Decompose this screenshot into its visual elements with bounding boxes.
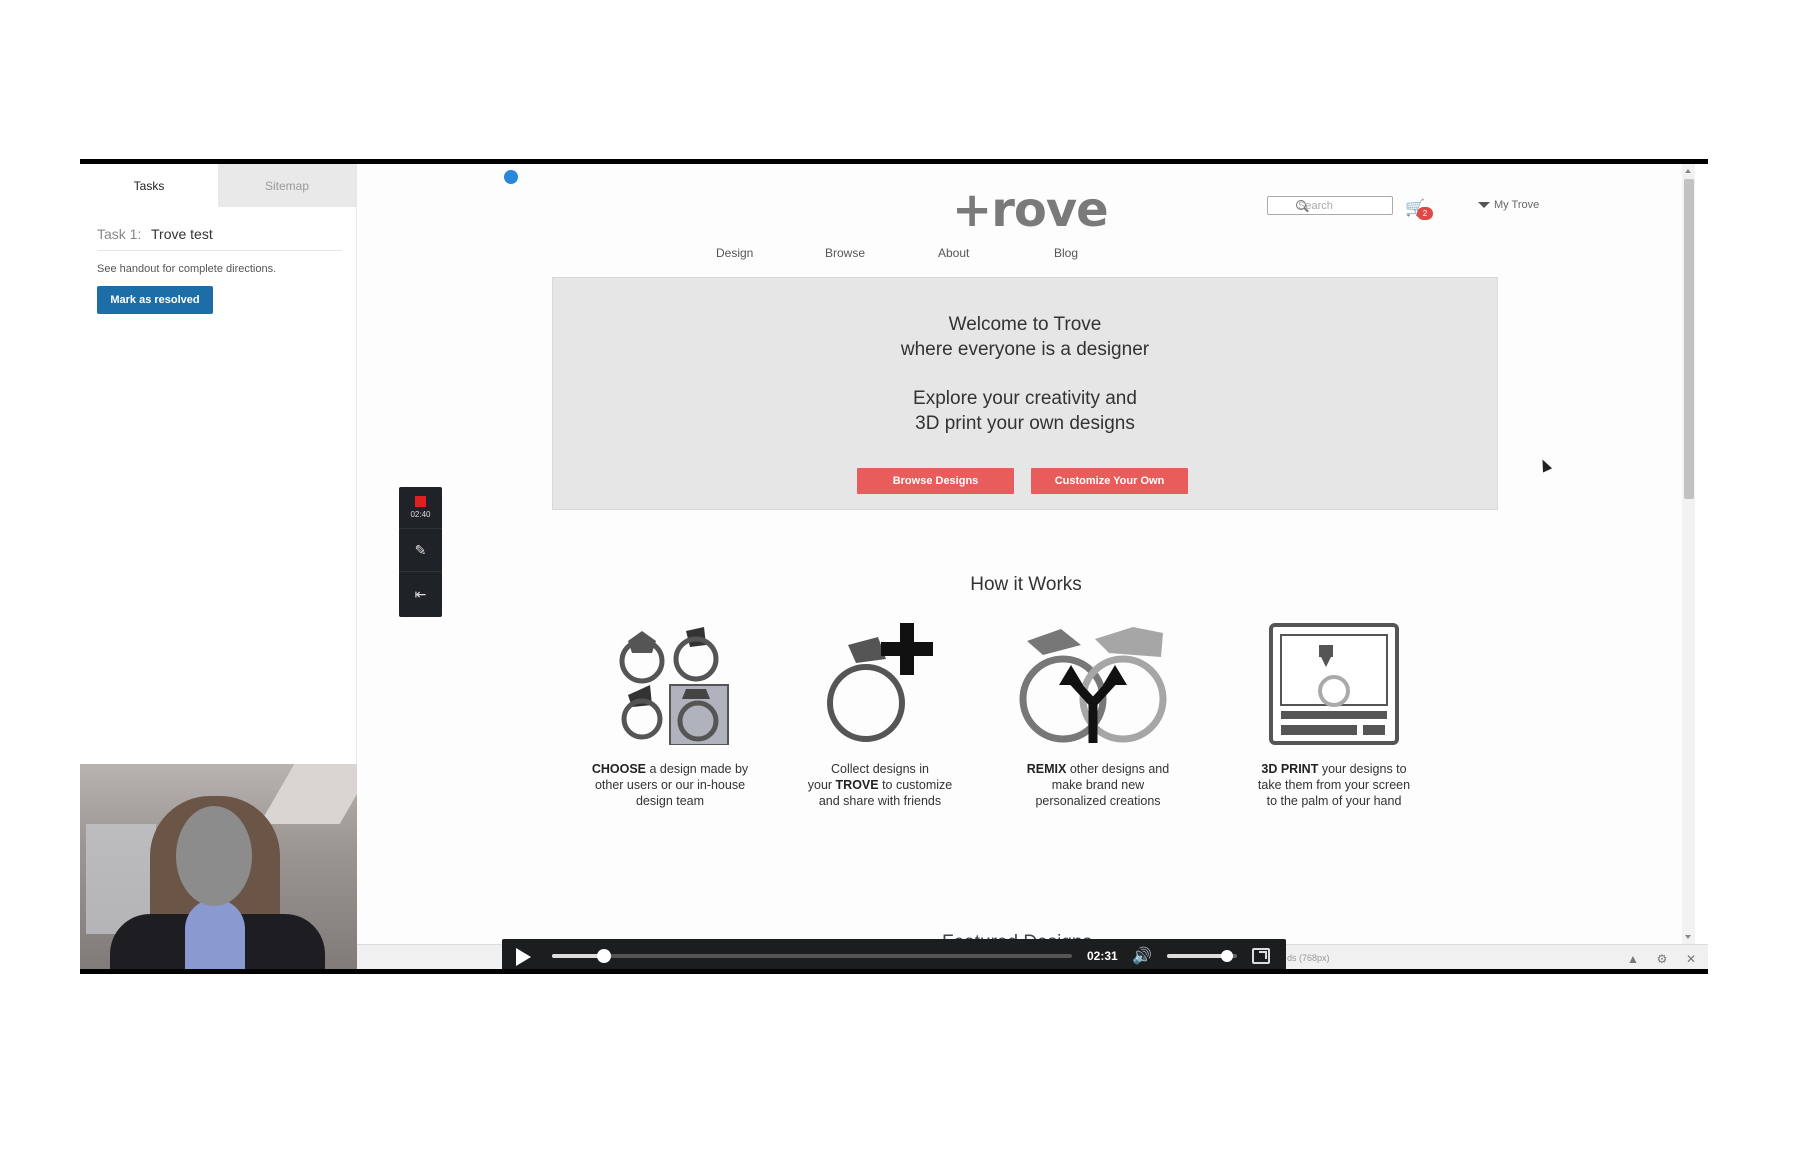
chevron-down-icon: [1478, 202, 1490, 208]
step-3d-print-bold: 3D PRINT: [1261, 762, 1319, 776]
webcam-feed: [80, 764, 357, 969]
step-3d-print-text-2: take them from your screen: [1257, 778, 1411, 792]
task-hint: See handout for complete directions.: [97, 263, 277, 275]
step-3d-print-text-3: to the palm of your hand: [1266, 794, 1402, 808]
volume-slider[interactable]: [1167, 950, 1237, 962]
nav-blog[interactable]: Blog: [1054, 246, 1078, 260]
stop-recording-button[interactable]: 02:40: [399, 487, 442, 529]
fullscreen-icon[interactable]: [1252, 948, 1270, 964]
step-trove-text-1: Collect designs in: [831, 762, 929, 776]
task-panel: Tasks Sitemap Task 1: Trove test See han…: [80, 164, 357, 764]
step-remix-text-2: make brand new: [1051, 778, 1145, 792]
recording-widget: 02:40 ✎ ⇤: [399, 487, 442, 617]
viewport-label: ds (768px): [1287, 953, 1330, 963]
nav-design[interactable]: Design: [716, 246, 753, 260]
page-scrollbar[interactable]: [1682, 164, 1695, 944]
hero-line-2: where everyone is a designer: [900, 339, 1150, 360]
step-choose-caption: CHOOSE a design made by other users or o…: [575, 761, 765, 809]
step-trove-text-2: your: [807, 778, 836, 792]
video-player: 02:31 🔊: [502, 939, 1286, 969]
step-remix-text-1: other designs and: [1066, 762, 1170, 776]
search-icon: [1296, 200, 1306, 210]
scroll-up-icon[interactable]: [1685, 169, 1691, 173]
step-choose-text-2: other users or our in-house: [594, 778, 746, 792]
step-remix-caption: REMIX other designs and make brand new p…: [1003, 761, 1193, 809]
playback-time: 02:31: [1087, 949, 1118, 963]
step-trove-text-4: and share with friends: [818, 794, 942, 808]
edit-icon: ✎: [414, 542, 427, 558]
volume-icon[interactable]: 🔊: [1132, 946, 1152, 966]
step-remix-text-3: personalized creations: [1035, 794, 1161, 808]
progress-handle[interactable]: [597, 949, 611, 963]
stop-icon: [415, 496, 426, 507]
step-remix: REMIX other designs and make brand new p…: [1003, 623, 1193, 809]
step-choose: CHOOSE a design made by other users or o…: [575, 623, 765, 809]
nav-browse[interactable]: Browse: [825, 246, 865, 260]
hero-banner: Welcome to Trove where everyone is a des…: [552, 277, 1498, 510]
close-icon[interactable]: ✕: [1683, 951, 1699, 967]
progress-bar[interactable]: [552, 949, 1072, 963]
3d-printer-icon: [1269, 623, 1399, 745]
choose-rings-icon: [619, 627, 729, 745]
search-input[interactable]: Search: [1267, 196, 1393, 215]
annotate-button[interactable]: ✎: [399, 530, 442, 572]
step-trove: Collect designs in your TROVE to customi…: [785, 623, 975, 809]
my-trove-menu[interactable]: My Trove: [1478, 199, 1539, 211]
volume-fill: [1167, 954, 1227, 958]
hero-line-3: Explore your creativity and: [913, 388, 1137, 409]
collect-ring-plus-icon: [827, 623, 933, 742]
step-3d-print: 3D PRINT your designs to take them from …: [1239, 623, 1429, 809]
step-trove-text-3: to customize: [878, 778, 953, 792]
my-trove-label: My Trove: [1494, 199, 1540, 211]
webcam-participant-shirt: [185, 899, 245, 969]
step-choose-text-3: design team: [635, 794, 705, 808]
session-viewport: Tasks Sitemap Task 1: Trove test See han…: [80, 164, 1708, 969]
step-trove-caption: Collect designs in your TROVE to customi…: [785, 761, 975, 809]
hero-line-1: Welcome to Trove: [948, 314, 1102, 335]
hero-line-4: 3D print your own designs: [915, 413, 1135, 434]
step-choose-bold: CHOOSE: [591, 762, 647, 776]
remix-rings-icon: [1019, 627, 1167, 743]
browse-designs-button[interactable]: Browse Designs: [857, 468, 1014, 494]
task-number: Task 1:: [97, 226, 142, 242]
task-name: Trove test: [151, 226, 213, 242]
website-under-test: +rove Search 🛒 2 My Trove Design Browse …: [357, 164, 1695, 953]
step-remix-bold: REMIX: [1026, 762, 1067, 776]
scroll-thumb[interactable]: [1684, 179, 1694, 499]
nav-about[interactable]: About: [938, 246, 969, 260]
user-icon[interactable]: ▲: [1625, 951, 1641, 967]
session-frame: Tasks Sitemap Task 1: Trove test See han…: [80, 159, 1708, 974]
tab-sitemap[interactable]: Sitemap: [218, 164, 356, 207]
mark-resolved-button[interactable]: Mark as resolved: [97, 286, 213, 314]
cart-button[interactable]: 🛒 2: [1405, 198, 1435, 222]
volume-handle[interactable]: [1220, 950, 1233, 962]
tab-tasks[interactable]: Tasks: [80, 164, 218, 207]
cart-count-badge: 2: [1417, 207, 1433, 220]
customize-your-own-button[interactable]: Customize Your Own: [1031, 468, 1188, 494]
scroll-down-icon[interactable]: [1685, 935, 1691, 939]
task-title: Task 1: Trove test: [97, 226, 342, 251]
step-3d-print-caption: 3D PRINT your designs to take them from …: [1239, 761, 1429, 809]
step-trove-bold: TROVE: [835, 778, 879, 792]
play-icon[interactable]: [516, 948, 531, 966]
step-choose-text-1: a design made by: [646, 762, 749, 776]
webcam-background-light: [259, 764, 357, 824]
gear-icon[interactable]: ⚙: [1654, 951, 1670, 967]
how-it-works-title: How it Works: [970, 574, 1082, 595]
site-nav: Design Browse About Blog: [357, 246, 1695, 266]
webcam-face-blur: [176, 806, 252, 906]
step-3d-print-text-1: your designs to: [1318, 762, 1407, 776]
click-indicator-dot: [504, 170, 518, 184]
recording-time: 02:40: [410, 510, 431, 519]
panel-tabs: Tasks Sitemap: [80, 164, 356, 207]
trove-logo[interactable]: +rove: [952, 182, 1109, 238]
